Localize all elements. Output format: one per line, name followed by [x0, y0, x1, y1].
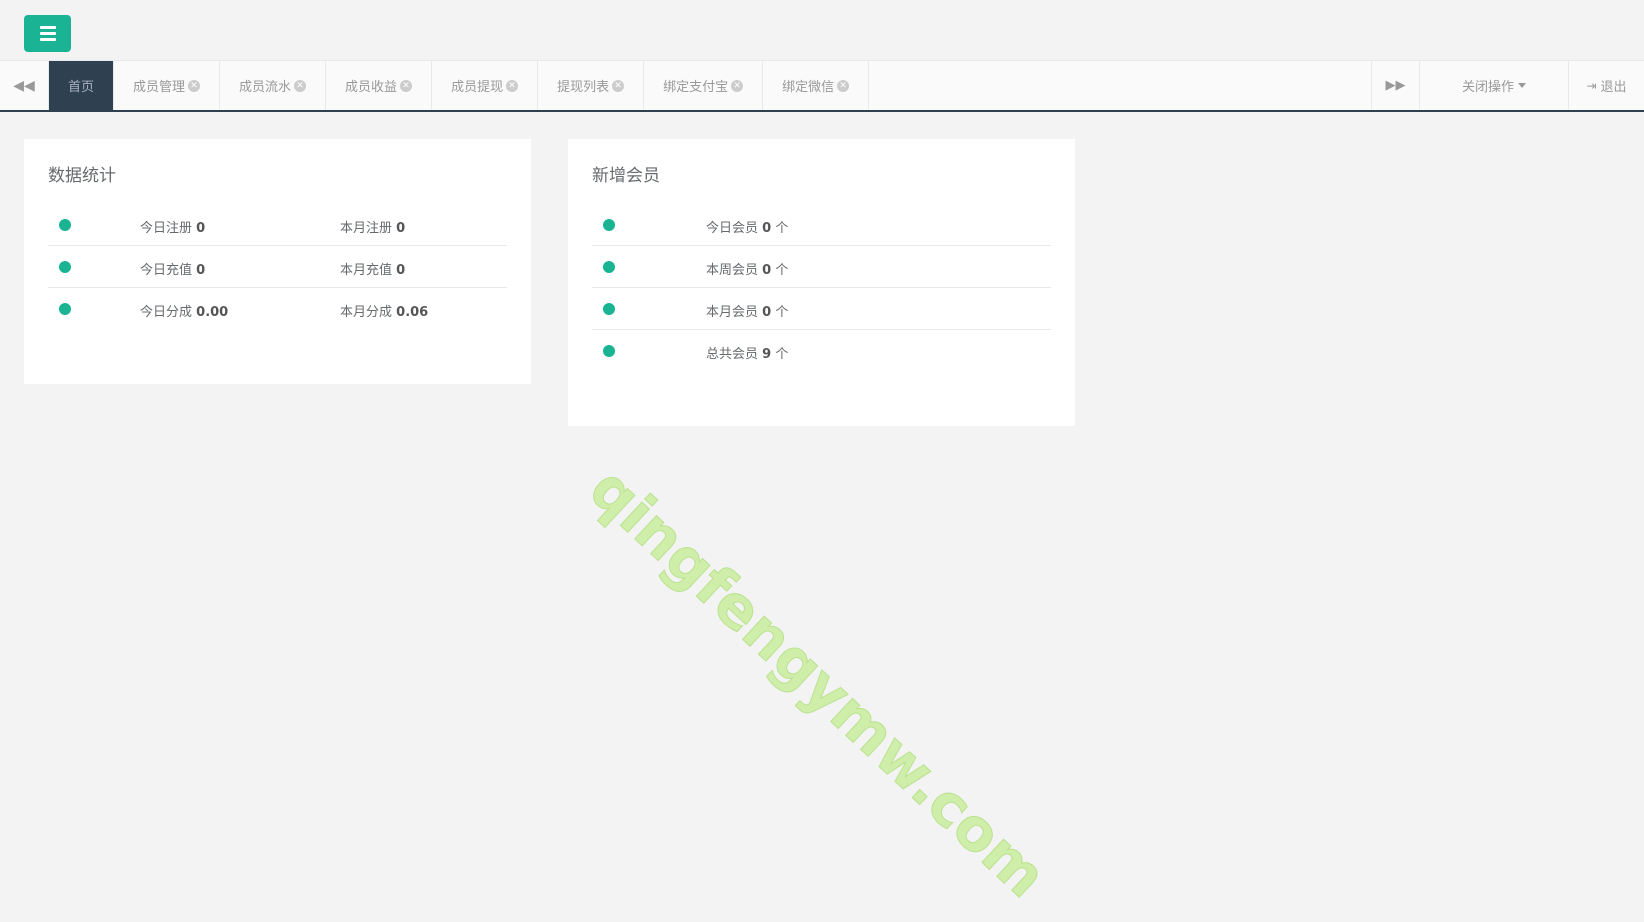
tab-label: 成员管理 — [133, 80, 186, 95]
tab-list: 首页 成员管理 ✕ 成员流水 ✕ 成员收益 ✕ 成员提现 ✕ 提现列表 ✕ 绑定… — [49, 61, 1371, 110]
panel-title: 新增会员 — [592, 166, 660, 186]
menu-bar-line — [39, 38, 56, 41]
tab-label: 成员提现 — [451, 80, 504, 95]
tab-member-earnings[interactable]: 成员收益 ✕ — [326, 61, 433, 110]
double-chevron-left-icon[interactable]: ◀◀ — [0, 61, 49, 110]
stat-month-share: 本月分成 0.06 — [340, 305, 429, 320]
tab-member-flow[interactable]: 成员流水 ✕ — [220, 61, 327, 110]
logout-label: 退出 — [1600, 80, 1627, 95]
sign-out-icon: ⇥ — [1586, 78, 1597, 93]
tab-member-management[interactable]: 成员管理 ✕ — [114, 61, 221, 110]
status-dot — [603, 261, 615, 273]
list-item: 本月会员 0 个 — [592, 288, 1051, 330]
stat-today-recharge: 今日充值 0 — [140, 263, 206, 278]
close-tab-icon[interactable]: ✕ — [294, 79, 307, 92]
tab-member-withdraw[interactable]: 成员提现 ✕ — [432, 61, 539, 110]
tab-label: 成员收益 — [345, 80, 398, 95]
stats-panel: 数据统计 今日注册 0 本月注册 0 今日充值 0 本月充值 0 今日分成 0.… — [24, 139, 531, 384]
close-tab-icon[interactable]: ✕ — [731, 79, 744, 92]
watermark: qingfengymw.com — [576, 454, 1060, 911]
tab-label: 成员流水 — [239, 80, 292, 95]
close-tab-icon[interactable]: ✕ — [506, 79, 519, 92]
stat-today-share: 今日分成 0.00 — [140, 305, 229, 320]
tab-label: 绑定微信 — [782, 80, 835, 95]
list-item: 今日会员 0 个 — [592, 204, 1051, 246]
member-month: 本月会员 0 个 — [706, 305, 789, 320]
close-tab-icon[interactable]: ✕ — [188, 79, 201, 92]
close-tab-icon[interactable]: ✕ — [400, 79, 413, 92]
tab-withdraw-list[interactable]: 提现列表 ✕ — [538, 61, 645, 110]
tab-tools: ▶▶ 关闭操作 ⇥ 退出 — [1371, 61, 1644, 110]
caret-down-icon — [1518, 83, 1526, 88]
list-item: 今日注册 0 本月注册 0 — [48, 204, 507, 246]
list-item: 今日分成 0.00 本月分成 0.06 — [48, 288, 507, 330]
member-today: 今日会员 0 个 — [706, 221, 789, 236]
status-dot — [603, 303, 615, 315]
members-list: 今日会员 0 个 本周会员 0 个 本月会员 0 个 总共会员 9 个 — [592, 204, 1051, 372]
tab-label: 绑定支付宝 — [663, 80, 729, 95]
tab-bind-alipay[interactable]: 绑定支付宝 ✕ — [644, 61, 764, 110]
stat-today-register: 今日注册 0 — [140, 221, 206, 236]
stats-list: 今日注册 0 本月注册 0 今日充值 0 本月充值 0 今日分成 0.00 本月… — [48, 204, 507, 330]
tab-bind-wechat[interactable]: 绑定微信 ✕ — [763, 61, 870, 110]
tab-bar: ◀◀ 首页 成员管理 ✕ 成员流水 ✕ 成员收益 ✕ 成员提现 ✕ 提现列表 ✕… — [0, 60, 1644, 112]
list-item: 总共会员 9 个 — [592, 330, 1051, 372]
new-members-panel: 新增会员 今日会员 0 个 本周会员 0 个 本月会员 0 个 总共会员 9 个 — [568, 139, 1075, 426]
menu-bar-line — [39, 26, 56, 29]
member-total: 总共会员 9 个 — [706, 347, 789, 362]
double-chevron-right-icon[interactable]: ▶▶ — [1371, 61, 1419, 110]
top-navbar — [0, 0, 1644, 60]
menu-bar-line — [39, 32, 56, 35]
list-item: 本周会员 0 个 — [592, 246, 1051, 288]
status-dot — [603, 345, 615, 357]
member-week: 本周会员 0 个 — [706, 263, 789, 278]
status-dot — [603, 219, 615, 231]
stat-month-register: 本月注册 0 — [340, 221, 406, 236]
close-ops-label: 关闭操作 — [1461, 80, 1514, 95]
list-item: 今日充值 0 本月充值 0 — [48, 246, 507, 288]
logout-button[interactable]: ⇥ 退出 — [1568, 61, 1644, 110]
tab-label: 提现列表 — [557, 80, 610, 95]
status-dot — [59, 261, 71, 273]
close-tab-icon[interactable]: ✕ — [837, 79, 850, 92]
hamburger-menu-icon[interactable] — [24, 15, 71, 52]
close-operations-dropdown[interactable]: 关闭操作 — [1419, 61, 1568, 110]
close-tab-icon[interactable]: ✕ — [612, 79, 625, 92]
tab-label: 首页 — [68, 80, 95, 95]
stat-month-recharge: 本月充值 0 — [340, 263, 406, 278]
status-dot — [59, 219, 71, 231]
tab-home[interactable]: 首页 — [49, 61, 115, 110]
panel-title: 数据统计 — [48, 166, 116, 186]
status-dot — [59, 303, 71, 315]
